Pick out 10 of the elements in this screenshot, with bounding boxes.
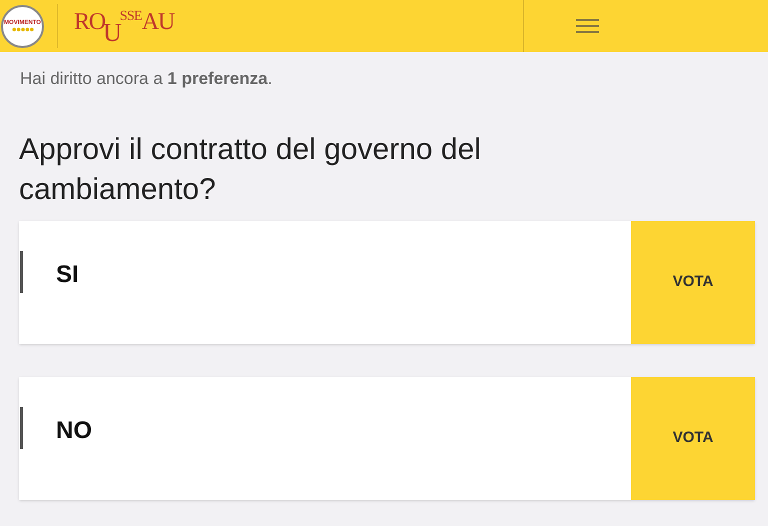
brand-logo-text: RO (74, 10, 105, 34)
menu-icon[interactable] (576, 19, 600, 33)
vote-button[interactable]: VOTA (631, 220, 755, 344)
option-label: SI (56, 260, 79, 290)
brand-logo-text: AU (142, 10, 174, 34)
preference-notice: Hai diritto ancora a 1 preferenza. (20, 68, 274, 90)
question-title: Approvi il contratto del governo del cambiamento? (19, 132, 482, 208)
option-label: NO (56, 416, 92, 446)
vote-button[interactable]: VOTA (631, 376, 755, 500)
brand-logo-text: SSE (120, 10, 142, 24)
